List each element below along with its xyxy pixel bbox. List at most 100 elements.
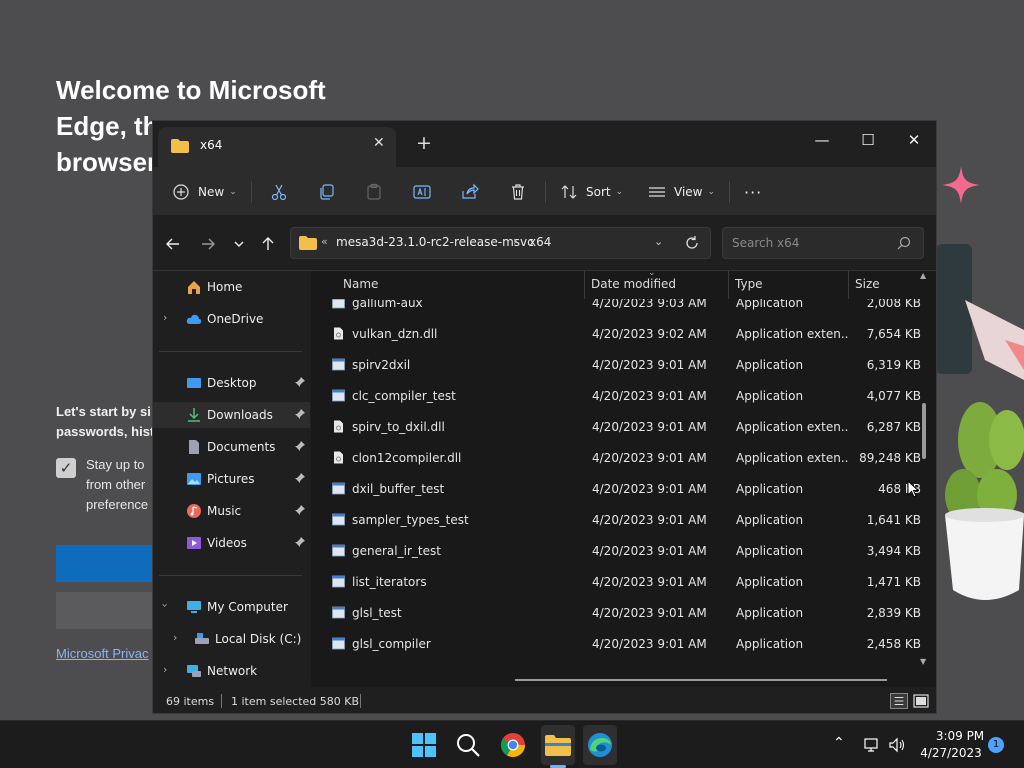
search-icon[interactable] bbox=[452, 729, 484, 761]
minimize-button[interactable]: — bbox=[799, 125, 845, 155]
table-row[interactable]: sampler_types_test 4/20/2023 9:01 AM Appli… bbox=[311, 506, 923, 537]
address-bar[interactable]: « mesa3d-23.1.0-rc2-release-msvc › x64 ⌄ bbox=[290, 227, 711, 259]
pin-icon[interactable] bbox=[294, 536, 306, 548]
share-button[interactable] bbox=[461, 179, 479, 205]
column-header-size[interactable]: Size bbox=[855, 277, 880, 291]
back-arrow-icon[interactable] bbox=[164, 235, 182, 253]
sidebar-item-label: Pictures bbox=[207, 472, 255, 486]
pin-icon[interactable] bbox=[294, 408, 306, 420]
paste-button[interactable] bbox=[365, 179, 383, 205]
table-row[interactable]: clc_compiler_test 4/20/2023 9:01 AM Applic… bbox=[311, 382, 923, 413]
sidebar-item-onedrive[interactable]: › OneDrive bbox=[153, 306, 310, 332]
sidebar-item-home[interactable]: Home bbox=[153, 274, 310, 300]
table-row[interactable]: clon12compiler.dll 4/20/2023 9:01 AM Appli… bbox=[311, 444, 923, 475]
network-status-icon[interactable] bbox=[863, 736, 881, 754]
volume-icon[interactable] bbox=[888, 736, 906, 754]
edge-icon[interactable] bbox=[584, 729, 616, 761]
file-date: 4/20/2023 9:01 AM bbox=[592, 420, 707, 434]
chevron-right-icon[interactable]: › bbox=[163, 663, 167, 676]
forward-arrow-icon[interactable] bbox=[199, 235, 217, 253]
copy-button[interactable] bbox=[318, 179, 336, 205]
table-row[interactable]: spirv_to_dxil.dll 4/20/2023 9:01 AM Applic… bbox=[311, 413, 923, 444]
close-window-button[interactable]: ✕ bbox=[891, 125, 936, 155]
address-history-chevron-icon[interactable]: ⌄ bbox=[654, 235, 663, 248]
close-tab-icon[interactable]: ✕ bbox=[373, 135, 385, 151]
sidebar-item-music[interactable]: Music bbox=[153, 498, 310, 524]
pin-icon[interactable] bbox=[294, 504, 306, 516]
sidebar-item-videos[interactable]: Videos bbox=[153, 530, 310, 556]
tiles-view-icon[interactable] bbox=[912, 693, 930, 709]
column-separator[interactable] bbox=[728, 271, 729, 299]
table-row[interactable]: gallium-aux 4/20/2023 9:03 AM Application 2… bbox=[311, 299, 923, 320]
sidebar-item-pictures[interactable]: Pictures bbox=[153, 466, 310, 492]
more-options-button[interactable]: ··· bbox=[744, 179, 762, 205]
sidebar-item-desktop[interactable]: Desktop bbox=[153, 370, 310, 396]
up-arrow-icon[interactable] bbox=[259, 235, 277, 253]
pin-icon[interactable] bbox=[294, 376, 306, 388]
breadcrumb-segment-mesa3d[interactable]: mesa3d-23.1.0-rc2-release-msvc bbox=[336, 235, 534, 249]
file-size: 2,458 KB bbox=[866, 637, 921, 651]
tab-x64[interactable]: x64 ✕ bbox=[158, 127, 396, 167]
table-row[interactable]: vulkan_dzn.dll 4/20/2023 9:02 AM Applicati… bbox=[311, 320, 923, 351]
file-explorer-icon[interactable] bbox=[542, 729, 574, 761]
pin-icon[interactable] bbox=[294, 440, 306, 452]
edge-privacy-link[interactable]: Microsoft Privac bbox=[56, 646, 148, 661]
new-tab-icon[interactable]: + bbox=[416, 133, 432, 153]
table-row[interactable]: list_iterators 4/20/2023 9:01 AM Applicati… bbox=[311, 568, 923, 599]
sidebar-item-label: Videos bbox=[207, 536, 247, 550]
maximize-button[interactable]: ☐ bbox=[845, 125, 891, 155]
chrome-icon[interactable] bbox=[497, 729, 529, 761]
column-separator[interactable] bbox=[848, 271, 849, 299]
table-row[interactable]: glsl_test 4/20/2023 9:01 AM Application 2,8… bbox=[311, 599, 923, 630]
file-date: 4/20/2023 9:01 AM bbox=[592, 358, 707, 372]
column-header-date[interactable]: Date modified bbox=[591, 277, 676, 291]
details-view-icon[interactable] bbox=[890, 693, 908, 709]
sidebar-item-network[interactable]: › Network bbox=[153, 658, 310, 684]
column-header-name[interactable]: Name bbox=[343, 277, 378, 291]
view-button[interactable]: View ⌄ bbox=[648, 179, 715, 205]
clock-date[interactable]: 4/27/2023 bbox=[916, 746, 986, 760]
file-explorer-window: x64 ✕ + — ☐ ✕ New ⌄ Sort ⌄ View ⌄ ··· « … bbox=[152, 120, 937, 714]
scroll-up-arrow-icon[interactable]: ▲ bbox=[920, 271, 926, 280]
breadcrumb-segment-x64[interactable]: x64 bbox=[529, 235, 551, 249]
column-separator[interactable] bbox=[584, 271, 585, 299]
show-hidden-icons-chevron-icon[interactable]: ⌃ bbox=[833, 735, 845, 751]
search-input[interactable]: Search x64 bbox=[722, 227, 924, 259]
sidebar-item-local-disk[interactable]: › Local Disk (C:) bbox=[153, 626, 310, 652]
sidebar-item-my-computer[interactable]: › My Computer bbox=[153, 594, 310, 620]
pin-icon[interactable] bbox=[294, 472, 306, 484]
sort-button[interactable]: Sort ⌄ bbox=[560, 179, 623, 205]
view-label: View bbox=[674, 185, 703, 199]
new-button[interactable]: New ⌄ bbox=[173, 179, 237, 205]
notification-badge[interactable]: 1 bbox=[988, 737, 1004, 753]
refresh-icon[interactable] bbox=[684, 235, 700, 251]
table-row[interactable]: dxil_buffer_test 4/20/2023 9:01 AM Applica… bbox=[311, 475, 923, 506]
file-date: 4/20/2023 9:01 AM bbox=[592, 544, 707, 558]
vertical-scrollbar-thumb[interactable] bbox=[922, 403, 926, 459]
chevron-down-icon[interactable]: › bbox=[159, 603, 172, 607]
breadcrumb-separator: › bbox=[513, 234, 518, 248]
chevron-right-icon[interactable]: › bbox=[173, 631, 177, 644]
drive-icon bbox=[195, 633, 209, 644]
recent-locations-chevron-icon[interactable] bbox=[230, 235, 248, 253]
edge-secondary-button[interactable] bbox=[56, 592, 156, 629]
breadcrumb-overflow[interactable]: « bbox=[321, 235, 328, 248]
sidebar-item-documents[interactable]: Documents bbox=[153, 434, 310, 460]
start-windows-icon[interactable] bbox=[408, 729, 440, 761]
clock-time[interactable]: 3:09 PM bbox=[930, 729, 990, 743]
table-row[interactable]: spirv2dxil 4/20/2023 9:01 AM Application 6,… bbox=[311, 351, 923, 382]
scroll-down-arrow-icon[interactable]: ▼ bbox=[920, 657, 926, 666]
table-row[interactable]: general_ir_test 4/20/2023 9:01 AM Applicat… bbox=[311, 537, 923, 568]
toolbar-divider bbox=[729, 181, 730, 203]
edge-primary-button[interactable] bbox=[56, 545, 156, 582]
edge-checkbox[interactable]: ✓ bbox=[56, 458, 76, 478]
delete-button[interactable] bbox=[509, 179, 527, 205]
application-icon bbox=[332, 544, 345, 557]
horizontal-scrollbar-thumb[interactable] bbox=[515, 679, 887, 681]
table-row[interactable]: glsl_compiler 4/20/2023 9:01 AM Applicatio… bbox=[311, 630, 923, 661]
chevron-right-icon[interactable]: › bbox=[163, 311, 167, 324]
cut-button[interactable] bbox=[270, 179, 288, 205]
rename-button[interactable] bbox=[413, 179, 431, 205]
column-header-type[interactable]: Type bbox=[735, 277, 763, 291]
sidebar-item-downloads[interactable]: Downloads bbox=[153, 402, 310, 428]
